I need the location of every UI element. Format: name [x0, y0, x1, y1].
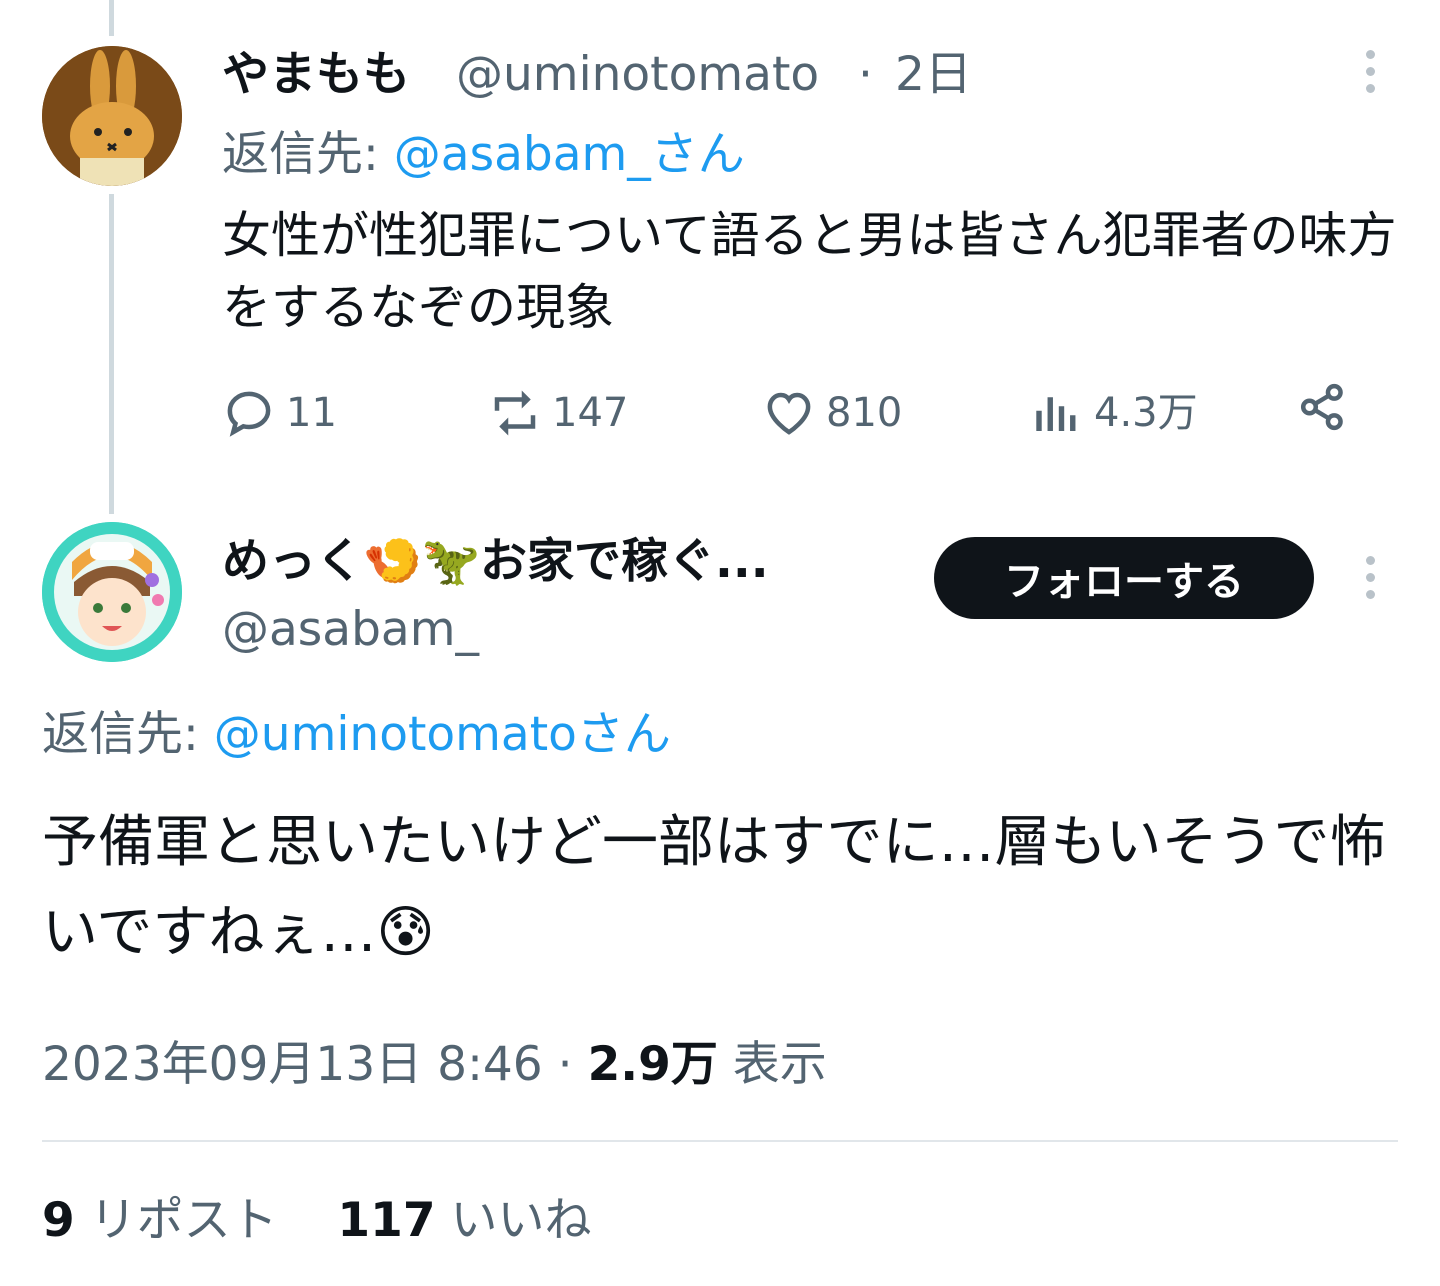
- like-button[interactable]: 810: [762, 380, 902, 446]
- share-icon: [1300, 383, 1343, 431]
- more-options-icon[interactable]: [1360, 50, 1380, 93]
- repost-count: 9: [42, 1193, 75, 1248]
- reply-icon: [227, 391, 271, 437]
- divider: [42, 1140, 1398, 1142]
- user-handle[interactable]: @uminotomato: [456, 40, 819, 110]
- repost-count: 147: [552, 390, 629, 436]
- bar-chart-icon: [1036, 397, 1076, 431]
- replying-to: 返信先: @asabam_さん: [222, 122, 745, 188]
- views-count: 2.9万: [587, 1037, 718, 1092]
- reply-count: 11: [286, 390, 337, 436]
- repost-label: リポスト: [89, 1193, 278, 1248]
- reposts-link[interactable]: 9 リポスト: [42, 1193, 278, 1248]
- separator-dot: ·: [858, 47, 873, 102]
- reply-button[interactable]: 11: [222, 380, 337, 446]
- separator-dot: ·: [557, 1037, 573, 1092]
- share-button[interactable]: [1296, 380, 1350, 434]
- action-bar: 11 147 810 4.3万: [222, 380, 1372, 446]
- tweet-text: 予備軍と思いたいけど一部はすでに…層もいそうで怖いですねぇ…😰: [42, 810, 1386, 965]
- replying-prefix: 返信先:: [222, 127, 394, 182]
- views-label: 表示: [732, 1037, 827, 1092]
- repost-button[interactable]: 147: [488, 380, 628, 446]
- thread-connector-top: [109, 0, 114, 36]
- display-name[interactable]: やまもも: [222, 40, 410, 110]
- likes-link[interactable]: 117 いいね: [337, 1193, 591, 1248]
- thread-connector: [109, 194, 114, 514]
- tweet-time[interactable]: 2日: [895, 40, 972, 110]
- user-handle[interactable]: @asabam_: [222, 600, 479, 660]
- engagement-stats: 9 リポスト 117 いいね: [42, 1186, 591, 1256]
- views-count: 4.3万: [1094, 390, 1198, 436]
- like-label: いいね: [450, 1193, 592, 1248]
- replying-mention-link[interactable]: @uminotomatoさん: [214, 707, 671, 762]
- tweet-meta: 2023年09月13日 8:46 · 2.9万 表示: [42, 1030, 827, 1100]
- avatar[interactable]: [42, 522, 182, 662]
- avatar[interactable]: [42, 46, 182, 186]
- tweet-text: 女性が性犯罪について語ると男は皆さん犯罪者の味方をするなぞの現象: [222, 207, 1397, 336]
- like-count: 117: [337, 1193, 436, 1248]
- replying-mention-link[interactable]: @asabam_さん: [394, 127, 745, 182]
- rabbit-avatar-icon: [42, 46, 182, 186]
- tweet-timestamp[interactable]: 2023年09月13日 8:46: [42, 1037, 543, 1092]
- views-button[interactable]: 4.3万: [1030, 380, 1198, 446]
- replying-prefix: 返信先:: [42, 707, 214, 762]
- like-count: 810: [826, 390, 903, 436]
- repost-icon: [494, 390, 536, 436]
- display-name[interactable]: めっく🍤🦖お家で稼ぐ...: [222, 522, 769, 602]
- replying-to: 返信先: @uminotomatoさん: [42, 702, 671, 768]
- heart-icon: [767, 392, 811, 435]
- follow-button[interactable]: フォローする: [934, 537, 1314, 619]
- more-options-icon[interactable]: [1360, 556, 1380, 599]
- anime-girl-avatar-icon: [42, 522, 182, 662]
